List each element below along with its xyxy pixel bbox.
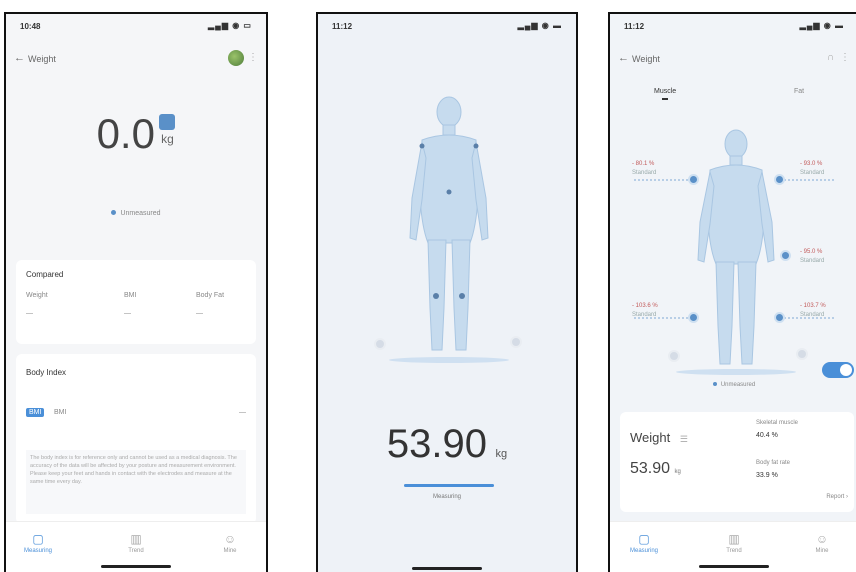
tab-measuring[interactable]: ▢ Measuring	[614, 532, 674, 554]
avatar[interactable]	[228, 50, 244, 66]
compared-val-bodyfat: —	[196, 310, 203, 317]
compared-col-bodyfat: Body Fat	[196, 292, 225, 299]
status-time: 11:12	[624, 22, 645, 31]
measuring-progress-fill	[404, 484, 494, 487]
body-index-title: Body Index	[26, 368, 67, 377]
compared-col-bmi: BMI	[124, 292, 137, 299]
report-link[interactable]: Report ›	[826, 494, 848, 500]
status-text: Unmeasured	[120, 210, 161, 217]
compared-col-weight: Weight	[26, 292, 48, 299]
page-title: Weight	[632, 54, 660, 64]
right-leg-dot-icon[interactable]	[774, 312, 785, 323]
headphone-icon[interactable]: ∩	[827, 52, 834, 63]
body-fat-rate-value: 33.9 %	[756, 472, 778, 479]
measuring-status: Measuring	[432, 494, 461, 500]
label-trunk: - 95.0 % Standard	[800, 249, 825, 264]
summary-weight-title: Weight ☰	[630, 430, 688, 445]
body-index-card: Body Index BMI BMI — The body index is f…	[16, 354, 256, 524]
right-arm-dot-icon[interactable]	[774, 174, 785, 185]
segment-tab-underline	[662, 98, 669, 100]
toggle-knob	[840, 364, 852, 376]
status-dot-icon	[712, 382, 717, 386]
bmi-badge: BMI	[26, 408, 45, 417]
chevron-right-icon: ›	[846, 494, 848, 500]
tab-trend[interactable]: ▥ Trend	[704, 532, 764, 554]
bmi-row[interactable]: BMI BMI —	[26, 408, 246, 422]
status-bar: 11:12 ▂▄▆ ◉ ▬	[318, 20, 576, 34]
segment-tab-muscle[interactable]: Muscle	[654, 88, 676, 100]
bottom-tab-bar: ▢ Measuring ▥ Trend ☺ Mine	[6, 521, 266, 572]
bmi-label: BMI	[54, 409, 67, 416]
status-indicator: Unmeasured	[6, 210, 266, 217]
signal-battery-icon: ▂▄▆ ◉ ▬	[517, 21, 562, 30]
left-electrode-icon	[374, 338, 386, 350]
more-icon[interactable]: ⋮	[248, 52, 258, 63]
right-electrode-icon	[510, 336, 522, 348]
top-bar: ← Weight ∩ ⋮	[610, 50, 856, 70]
status-time: 11:12	[332, 22, 353, 31]
back-arrow-icon[interactable]: ←	[14, 52, 25, 64]
label-left-leg: - 103.6 % Standard	[632, 303, 658, 318]
phone-screen-weight-empty: 10:48 ▂▄▆ ◉ ▭ ← Weight ⋮ 0.0 kg Unmeasur…	[4, 12, 268, 572]
compared-title: Compared	[26, 270, 64, 279]
status-time: 10:48	[20, 22, 41, 31]
weight-display: 0.0 kg	[6, 110, 266, 158]
home-indicator	[412, 567, 482, 570]
status-bar: 11:12 ▂▄▆ ◉ ▬	[610, 20, 856, 34]
label-right-arm: - 93.0 % Standard	[800, 161, 825, 176]
bmi-value: —	[239, 409, 246, 416]
back-arrow-icon[interactable]: ←	[618, 52, 629, 64]
compared-val-bmi: —	[124, 310, 131, 317]
phone-screen-measuring: 11:12 ▂▄▆ ◉ ▬ 53.90 kg Measuring	[316, 12, 578, 572]
left-electrode-icon	[668, 350, 680, 362]
tab-measuring[interactable]: ▢ Measuring	[8, 532, 68, 554]
label-left-arm: - 80.1 % Standard	[632, 161, 657, 176]
scale-badge-icon	[159, 114, 176, 130]
mine-icon: ☺	[815, 532, 829, 546]
signal-battery-icon: ▂▄▆ ◉ ▬	[799, 21, 844, 30]
page-title: Weight	[28, 54, 56, 64]
weight-unit: kg	[495, 448, 508, 460]
view-toggle[interactable]	[822, 362, 854, 378]
trunk-dot-icon[interactable]	[780, 250, 791, 261]
tab-mine[interactable]: ☺ Mine	[792, 532, 852, 554]
skeletal-muscle-value: 40.4 %	[756, 432, 778, 439]
bottom-tab-bar: ▢ Measuring ▥ Trend ☺ Mine	[610, 521, 856, 572]
weight-display: 53.90 kg	[318, 422, 576, 467]
left-leg-dot-icon[interactable]	[688, 312, 699, 323]
body-figure	[389, 96, 509, 363]
label-right-leg: - 103.7 % Standard	[800, 303, 826, 318]
trend-icon: ▥	[130, 532, 142, 546]
more-icon[interactable]: ⋮	[840, 52, 850, 63]
compared-val-weight: —	[26, 310, 33, 317]
segment-tab-fat[interactable]: Fat	[794, 88, 804, 95]
list-icon: ☰	[679, 434, 688, 444]
body-index-note: The body index is for reference only and…	[26, 450, 246, 514]
summary-card[interactable]: Weight ☰ 53.90 kg Skeletal muscle 40.4 %…	[620, 412, 854, 512]
measuring-progress-bar	[404, 484, 494, 487]
left-arm-dot-icon[interactable]	[688, 174, 699, 185]
tab-trend[interactable]: ▥ Trend	[106, 532, 166, 554]
weight-value: 0.0	[96, 110, 155, 157]
status-indicator: Unmeasured	[610, 382, 856, 388]
weight-unit: kg	[161, 132, 174, 146]
top-bar: ← Weight ⋮	[6, 50, 266, 70]
signal-battery-icon: ▂▄▆ ◉ ▭	[208, 21, 252, 30]
measuring-icon: ▢	[638, 532, 650, 546]
status-dot-icon	[111, 210, 117, 215]
body-fat-rate-label: Body fat rate	[756, 460, 791, 466]
trend-icon: ▥	[728, 532, 740, 546]
compared-card: Compared Weight BMI Body Fat — — —	[16, 260, 256, 344]
status-bar: 10:48 ▂▄▆ ◉ ▭	[6, 20, 266, 34]
tab-mine[interactable]: ☺ Mine	[200, 532, 260, 554]
phone-screen-body-composition: 11:12 ▂▄▆ ◉ ▬ ← Weight ∩ ⋮ Muscle Fat - …	[608, 12, 856, 572]
right-electrode-icon	[796, 348, 808, 360]
measuring-icon: ▢	[32, 532, 44, 546]
weight-value: 53.90	[386, 422, 488, 466]
skeletal-muscle-label: Skeletal muscle	[756, 420, 799, 426]
mine-icon: ☺	[223, 532, 237, 546]
summary-weight-value: 53.90 kg	[630, 460, 681, 477]
